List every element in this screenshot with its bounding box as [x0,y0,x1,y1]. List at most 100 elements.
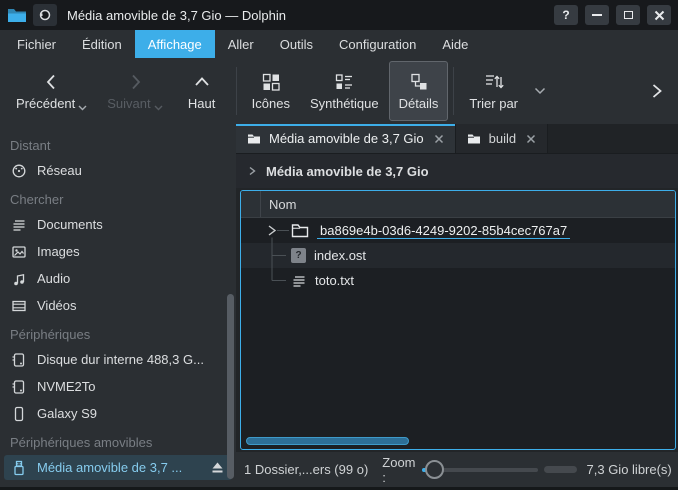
zoom-slider-knob[interactable] [425,460,444,479]
image-icon [11,244,27,260]
sidebar-item-images[interactable]: Images [4,239,232,264]
toolbar-separator [453,67,454,115]
sort-icon [484,72,504,92]
tab-build[interactable]: build [456,124,548,153]
up-button[interactable]: Haut [173,61,231,121]
dropdown-caret-icon [78,105,87,111]
chevron-right-icon [247,166,257,176]
close-button[interactable] [647,5,671,25]
help-button[interactable]: ? [554,5,578,25]
details-view-button[interactable]: Détails [389,61,449,121]
sidebar-item-videos[interactable]: Vidéos [4,293,232,318]
chevron-right-icon [125,72,145,92]
network-icon [11,163,27,179]
tree-expander-icon[interactable] [241,218,291,243]
compact-view-button[interactable]: Synthétique [300,61,389,121]
eject-button[interactable] [210,461,225,474]
close-icon [434,134,444,144]
sort-by-button[interactable]: Trier par [459,61,528,121]
folder-icon [247,133,261,145]
compact-view-icon [334,72,354,92]
sidebar-item-audio[interactable]: Audio [4,266,232,291]
chevron-right-icon [650,82,664,100]
sidebar-item-label: Images [37,244,225,259]
maximize-button[interactable] [616,5,640,25]
hard-drive-icon [11,379,27,395]
forward-button[interactable]: Suivant [97,61,172,121]
menu-edition[interactable]: Édition [69,30,135,58]
icons-view-button[interactable]: Icônes [242,61,300,121]
list-header: Nom [241,191,675,218]
tab-label: build [489,131,516,146]
sidebar-item-label: Galaxy S9 [37,406,225,421]
minimize-button[interactable] [585,5,609,25]
tree-lines [241,243,291,268]
window-menu-button[interactable] [33,4,57,26]
titlebar[interactable]: Média amovible de 3,7 Gio — Dolphin ? [0,0,678,30]
zoom-label: Zoom : [382,455,415,485]
sidebar-item-media-amovible[interactable]: Média amovible de 3,7 ... [4,455,232,480]
sidebar-scrollbar[interactable] [227,294,234,479]
sort-dropdown-button[interactable] [528,61,552,121]
sidebar-item-nvme2to[interactable]: NVME2To [4,374,232,399]
sidebar-item-label: Audio [37,271,225,286]
toolbar-overflow-button[interactable] [642,61,672,121]
up-label: Haut [188,96,215,111]
tab-close-button[interactable] [434,134,444,144]
sidebar-item-reseau[interactable]: Réseau [4,158,232,183]
menu-outils[interactable]: Outils [267,30,326,58]
statusbar: 1 Dossier,...ers (99 o) Zoom : 7,3 Gio l… [236,452,678,487]
dolphin-window: Média amovible de 3,7 Gio — Dolphin ? Fi… [0,0,678,490]
back-button[interactable]: Précédent [6,61,97,121]
file-name[interactable]: toto.txt [315,273,354,288]
details-label: Détails [399,96,439,111]
column-header-nom[interactable]: Nom [261,197,296,212]
view-wrapper: Nom ba869e4b-03d6-4249-9202-85b4cec767a7… [236,188,678,452]
content-area: Média amovible de 3,7 Gio build Média am… [236,124,678,487]
file-name[interactable]: index.ost [314,248,366,263]
tabbar: Média amovible de 3,7 Gio build [236,124,678,154]
zoom-slider[interactable] [422,460,538,480]
hard-drive-icon [11,352,27,368]
sidebar-item-disque-dur[interactable]: Disque dur interne 488,3 G... [4,347,232,372]
breadcrumb[interactable]: Média amovible de 3,7 Gio [236,154,678,188]
menu-affichage[interactable]: Affichage [135,30,215,58]
menu-aller[interactable]: Aller [215,30,267,58]
sidebar-item-label: Média amovible de 3,7 ... [37,460,200,475]
back-label: Précédent [16,96,75,111]
free-space-text: 7,3 Gio libre(s) [587,462,672,477]
file-row[interactable]: ba869e4b-03d6-4249-9202-85b4cec767a7 [241,218,675,243]
menu-fichier[interactable]: Fichier [4,30,69,58]
tab-close-button[interactable] [526,134,536,144]
unknown-file-icon: ? [291,248,306,263]
menu-configuration[interactable]: Configuration [326,30,429,58]
tab-media-amovible[interactable]: Média amovible de 3,7 Gio [236,124,456,153]
tree-lines [241,268,291,293]
sidebar-item-documents[interactable]: Documents [4,212,232,237]
places-panel: Distant Réseau Chercher Documents Images… [0,124,236,487]
menubar: Fichier Édition Affichage Aller Outils C… [0,30,678,58]
compact-label: Synthétique [310,96,379,111]
horizontal-scrollbar-thumb[interactable] [246,437,409,445]
free-space-bar [544,466,577,473]
music-note-icon [11,271,27,287]
text-file-icon [291,273,307,289]
menu-aide[interactable]: Aide [429,30,481,58]
removable-media-icon [37,7,53,23]
file-name[interactable]: ba869e4b-03d6-4249-9202-85b4cec767a7 [317,223,570,239]
sidebar-item-galaxy-s9[interactable]: Galaxy S9 [4,401,232,426]
file-row[interactable]: toto.txt [241,268,675,293]
section-distant: Distant [0,130,236,157]
folder-icon [467,133,481,145]
smartphone-icon [11,406,27,422]
close-icon [526,134,536,144]
sidebar-item-label: Documents [37,217,225,232]
status-summary: 1 Dossier,...ers (99 o) [244,462,368,477]
breadcrumb-location[interactable]: Média amovible de 3,7 Gio [266,164,429,179]
file-row[interactable]: ? index.ost [241,243,675,268]
horizontal-scrollbar[interactable] [241,436,675,449]
forward-label: Suivant [107,96,150,111]
tab-label: Média amovible de 3,7 Gio [269,131,424,146]
view-empty-space[interactable] [241,293,675,436]
dropdown-caret-icon [154,105,163,111]
